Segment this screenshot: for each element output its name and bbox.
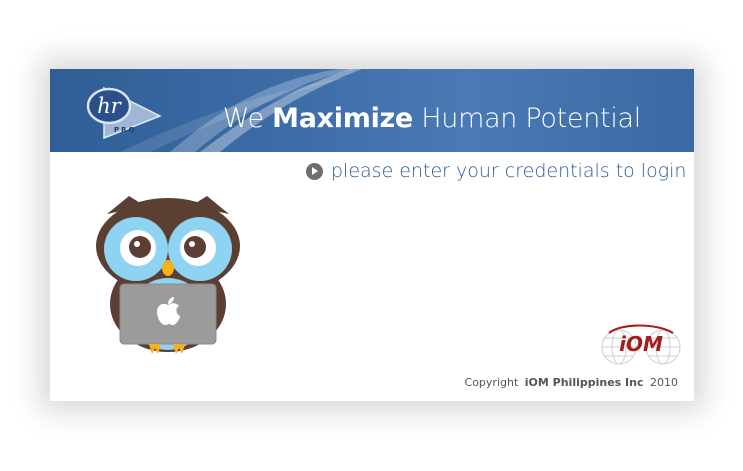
tagline-prefix: We [222,103,264,134]
arrow-circle-icon [306,162,323,180]
login-panel: hr PRO We Maximize Human Potential pleas… [50,69,694,401]
hrpro-logo: hr PRO [86,86,162,140]
tagline-emphasis: Maximize [272,103,413,134]
page-tagline: We Maximize Human Potential [222,103,642,134]
login-window: hr PRO We Maximize Human Potential pleas… [0,0,743,471]
login-prompt-text: please enter your credentials to login [331,160,687,182]
company-name: iOM Philippines Inc [524,376,644,389]
copyright-notice: Copyright iOM Philippines Inc 2010 [465,376,678,389]
owl-with-laptop-icon [96,196,240,354]
header-banner: hr PRO We Maximize Human Potential [50,69,694,152]
iom-logo: iOM [601,324,681,365]
copyright-year: 2010 [650,376,678,389]
logo-subtext: PRO [114,126,136,134]
logo-text: hr [97,94,123,118]
tagline-suffix: Human Potential [421,103,641,134]
copyright-label: Copyright [464,376,519,389]
iom-logo-text: iOM [619,332,663,356]
login-prompt: please enter your credentials to login [306,160,686,182]
